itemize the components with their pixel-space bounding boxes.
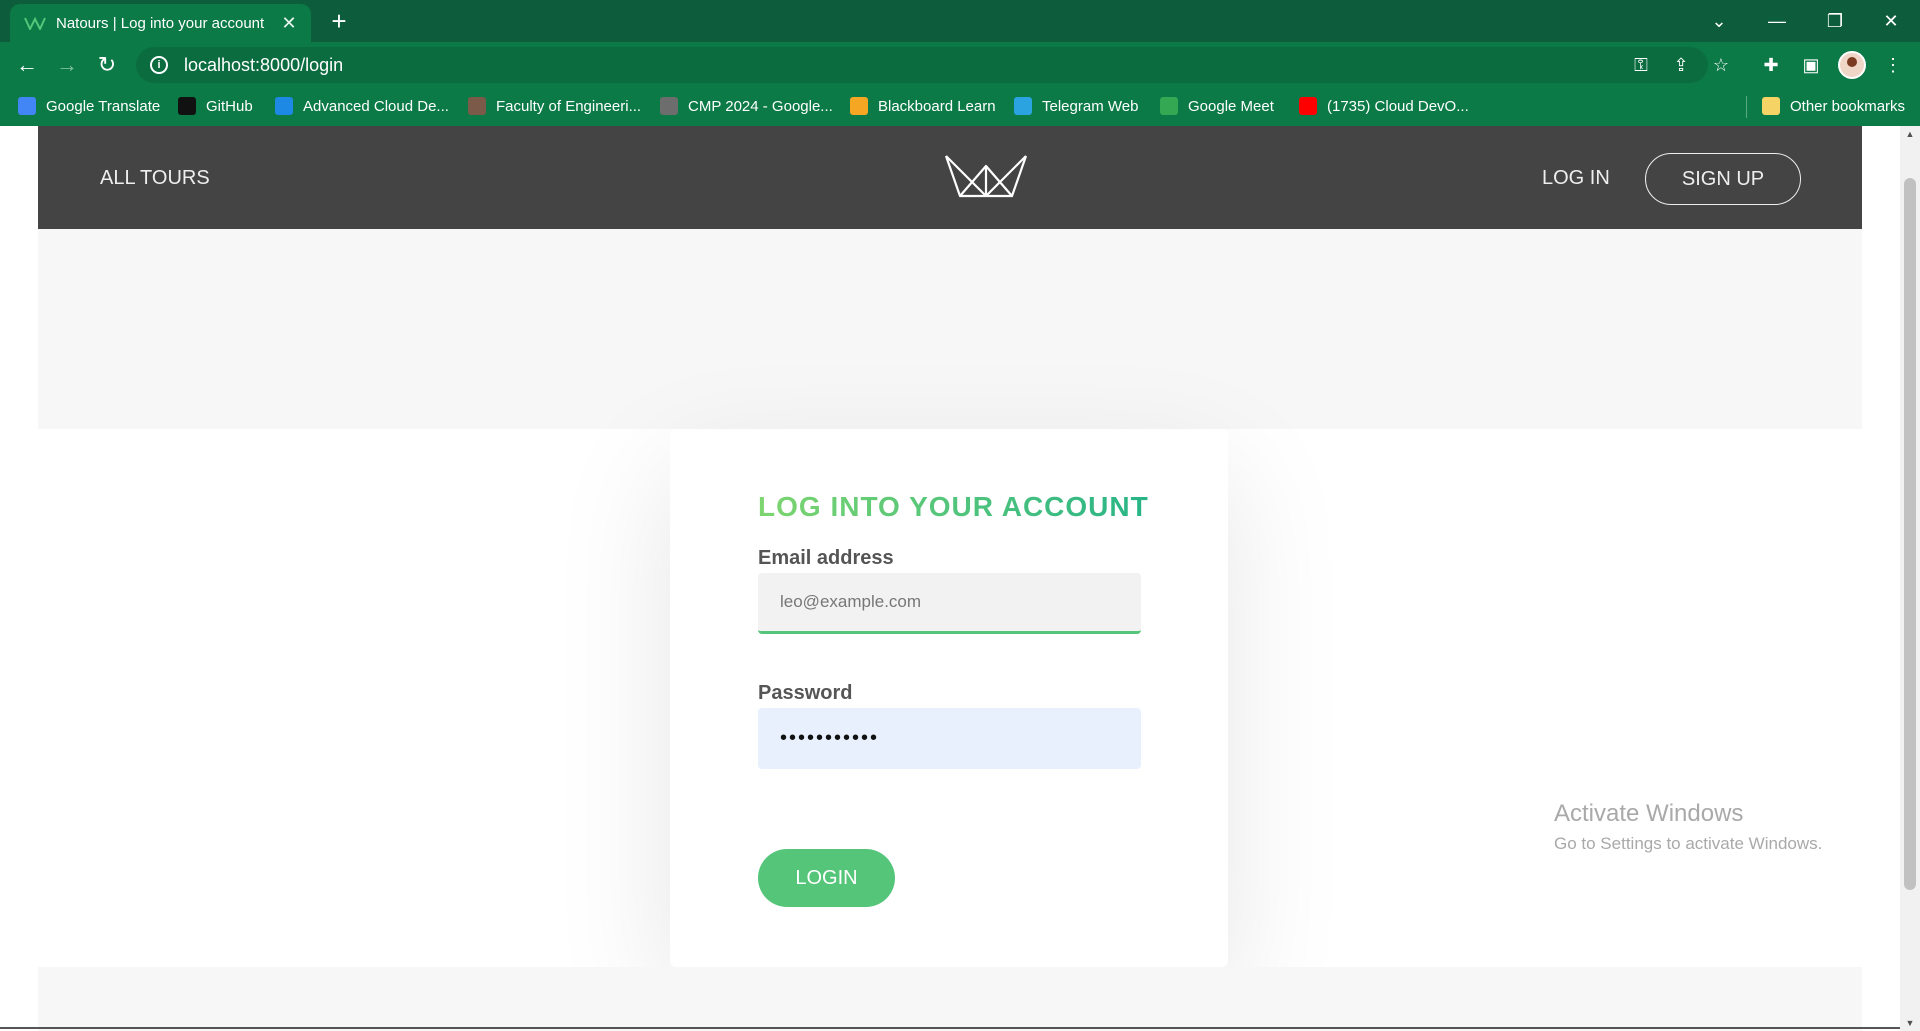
log-in-link[interactable]: Log in — [1542, 167, 1610, 190]
bookmark-favicon-icon — [1160, 97, 1178, 115]
footer-background — [38, 967, 1862, 1031]
other-bookmarks-folder[interactable]: Other bookmarks — [1762, 97, 1905, 115]
reload-button[interactable]: ↻ — [92, 50, 122, 80]
back-button[interactable]: ← — [12, 50, 42, 80]
tab-title: Natours | Log into your account — [56, 14, 265, 32]
bookmark-favicon-icon — [178, 97, 196, 115]
email-label: Email address — [758, 547, 894, 569]
bookmark-favicon-icon — [850, 97, 868, 115]
bookmark-label: GitHub — [206, 97, 253, 115]
bookmark-label: Faculty of Engineeri... — [496, 97, 642, 115]
login-form-card: Log into your account Email address Pass… — [670, 429, 1228, 967]
bookmark-item[interactable]: Telegram Web — [1014, 97, 1138, 115]
browser-toolbar: ← → ↻ i localhost:8000/login ⚿ ⇪ ☆ ✚ ▣ ⋮ — [0, 42, 1920, 88]
side-panel-icon[interactable]: ▣ — [1798, 52, 1824, 78]
activate-windows-subtitle: Go to Settings to activate Windows. — [1554, 834, 1823, 853]
content-background — [38, 229, 1862, 429]
other-bookmarks-label: Other bookmarks — [1790, 97, 1906, 115]
site-info-icon[interactable]: i — [150, 56, 168, 74]
minimize-button[interactable]: — — [1748, 0, 1806, 42]
bookmark-favicon-icon — [18, 97, 36, 115]
extensions-puzzle-icon[interactable]: ✚ — [1758, 52, 1784, 78]
menu-kebab-icon[interactable]: ⋮ — [1880, 52, 1906, 78]
bookmark-label: Google Translate — [46, 97, 161, 115]
footer-divider — [0, 1027, 1900, 1029]
sign-up-button[interactable]: Sign up — [1645, 153, 1801, 205]
bookmark-favicon-icon — [660, 97, 678, 115]
share-icon[interactable]: ⇪ — [1668, 52, 1694, 78]
page-scrollbar[interactable]: ▲ ▼ — [1900, 126, 1920, 1031]
bookmark-item[interactable]: Blackboard Learn — [850, 97, 996, 115]
bookmark-favicon-icon — [1299, 97, 1317, 115]
bookmark-label: CMP 2024 - Google... — [688, 97, 833, 115]
password-key-icon[interactable]: ⚿ — [1628, 52, 1654, 78]
folder-icon — [1762, 97, 1780, 115]
login-heading: Log into your account — [758, 491, 1149, 522]
bookmark-item[interactable]: Faculty of Engineeri... — [468, 97, 641, 115]
bookmark-favicon-icon — [1014, 97, 1032, 115]
browser-tab-active[interactable]: Natours | Log into your account ✕ — [10, 4, 311, 42]
scroll-down-icon[interactable]: ▼ — [1900, 1015, 1920, 1031]
scroll-up-icon[interactable]: ▲ — [1900, 126, 1920, 142]
bookmark-favicon-icon — [468, 97, 486, 115]
bookmark-label: Google Meet — [1188, 97, 1274, 115]
password-label: Password — [758, 682, 853, 704]
bookmark-label: (1735) Cloud DevO... — [1327, 97, 1469, 115]
bookmark-item[interactable]: Google Translate — [18, 97, 160, 115]
bookmark-label: Advanced Cloud De... — [303, 97, 449, 115]
bookmarks-separator — [1746, 96, 1747, 118]
url-text: localhost:8000/login — [184, 54, 344, 75]
close-window-button[interactable]: ✕ — [1862, 0, 1920, 42]
bookmark-label: Blackboard Learn — [878, 97, 996, 115]
bookmark-item[interactable]: (1735) Cloud DevO... — [1299, 97, 1469, 115]
forward-button[interactable]: → — [52, 50, 82, 80]
email-field[interactable] — [758, 573, 1141, 634]
tab-search-icon[interactable]: ⌄ — [1690, 0, 1748, 42]
address-bar[interactable]: i localhost:8000/login — [136, 47, 1708, 83]
new-tab-button[interactable]: + — [325, 6, 353, 36]
page-viewport: All tours Log in Sign up Log into your a… — [0, 126, 1920, 1031]
activate-windows-title: Activate Windows — [1554, 800, 1744, 827]
bookmark-favicon-icon — [275, 97, 293, 115]
natours-favicon-icon — [24, 16, 46, 30]
bookmark-item[interactable]: Advanced Cloud De... — [275, 97, 449, 115]
bookmark-label: Telegram Web — [1042, 97, 1139, 115]
tab-close-icon[interactable]: ✕ — [279, 13, 299, 34]
scroll-thumb[interactable] — [1904, 178, 1916, 890]
all-tours-link[interactable]: All tours — [100, 167, 210, 190]
profile-avatar[interactable] — [1838, 51, 1866, 79]
restore-button[interactable]: ❐ — [1806, 0, 1864, 42]
bookmark-item[interactable]: GitHub — [178, 97, 253, 115]
bookmark-item[interactable]: CMP 2024 - Google... — [660, 97, 833, 115]
site-header: All tours Log in Sign up — [38, 126, 1862, 229]
bookmark-star-icon[interactable]: ☆ — [1708, 52, 1734, 78]
password-field[interactable]: ••••••••••• — [758, 708, 1141, 769]
login-button[interactable]: Login — [758, 849, 895, 907]
bookmarks-bar: Google Translate GitHub Advanced Cloud De.… — [0, 88, 1920, 126]
natours-logo-icon — [944, 155, 1028, 198]
browser-tab-bar: Natours | Log into your account ✕ + ⌄ — … — [0, 0, 1920, 42]
bookmark-item[interactable]: Google Meet — [1160, 97, 1274, 115]
